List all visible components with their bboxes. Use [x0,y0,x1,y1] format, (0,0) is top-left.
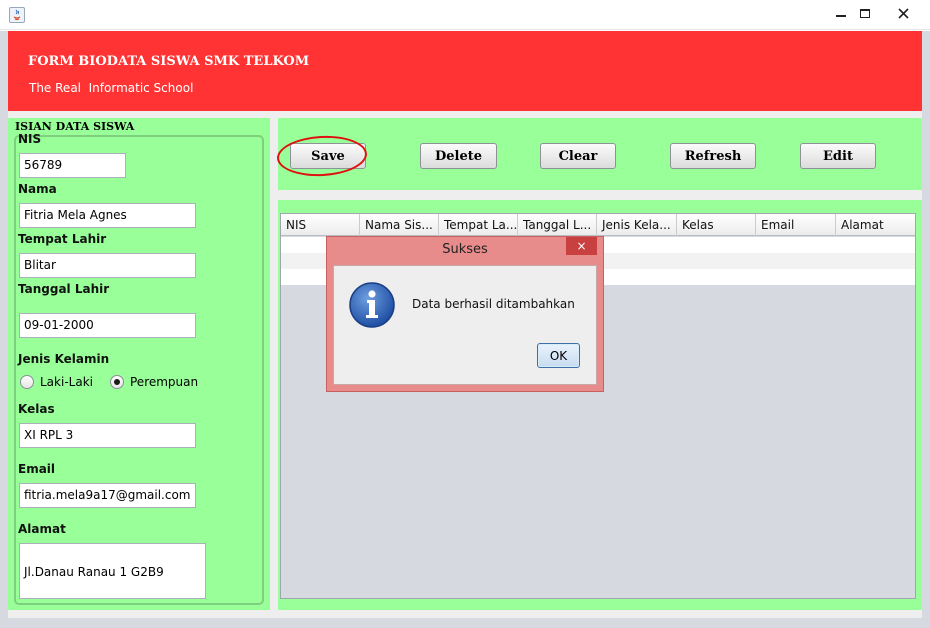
nis-field[interactable]: 56789 [19,153,126,178]
tempat-lahir-field[interactable]: Blitar [19,253,196,278]
close-icon: × [576,239,587,253]
alamat-textarea[interactable]: Jl.Danau Ranau 1 G2B9 [19,543,206,599]
nama-label: Nama [18,182,57,196]
delete-button[interactable]: Delete [420,143,497,169]
close-icon [897,7,909,19]
edit-button[interactable]: Edit [800,143,876,169]
header-title: FORM BIODATA SISWA SMK TELKOM [28,54,310,69]
dialog-title: Sukses [442,242,488,257]
maximize-icon [860,8,870,18]
tanggal-lahir-field[interactable]: 09-01-2000 [19,313,196,338]
perempuan-radio[interactable] [110,375,124,389]
header-subtitle: The Real Informatic School [29,81,194,95]
ok-button[interactable]: OK [537,343,580,368]
maximize-button[interactable] [850,2,880,24]
radio-selected-dot [114,379,120,385]
nis-label: NIS [18,132,42,146]
alamat-label: Alamat [18,522,66,536]
jenis-kelamin-label: Jenis Kelamin [18,352,110,366]
column-header-tanggal-lahir[interactable]: Tanggal L... [518,214,597,236]
info-icon [348,281,396,329]
refresh-button[interactable]: Refresh [670,143,756,169]
java-icon [9,7,25,23]
dialog-message: Data berhasil ditambahkan [412,297,575,311]
kelas-label: Kelas [18,402,55,416]
perempuan-label: Perempuan [130,375,199,389]
kelas-field[interactable]: XI RPL 3 [19,423,196,448]
clear-button[interactable]: Clear [540,143,616,169]
column-header-nama[interactable]: Nama Sis... [360,214,439,236]
column-header-email[interactable]: Email [756,214,836,236]
column-header-alamat[interactable]: Alamat [836,214,915,236]
column-header-jenis-kelamin[interactable]: Jenis Kela... [597,214,677,236]
nama-field[interactable]: Fitria Mela Agnes [19,203,196,228]
email-label: Email [18,462,56,476]
laki-laki-label: Laki-Laki [40,375,93,389]
laki-laki-radio[interactable] [20,375,34,389]
column-header-tempat-lahir[interactable]: Tempat La... [439,214,518,236]
header-banner [8,31,922,111]
tanggal-lahir-label: Tanggal Lahir [18,282,110,296]
email-field[interactable]: fitria.mela9a17@gmail.com [19,483,196,508]
column-header-nis[interactable]: NIS [281,214,360,236]
window-close-button[interactable] [880,2,926,24]
window-titlebar [0,0,930,30]
column-header-kelas[interactable]: Kelas [677,214,756,236]
minimize-icon [836,15,846,17]
tempat-lahir-label: Tempat Lahir [18,232,107,246]
dialog-close-button[interactable]: × [566,237,597,255]
